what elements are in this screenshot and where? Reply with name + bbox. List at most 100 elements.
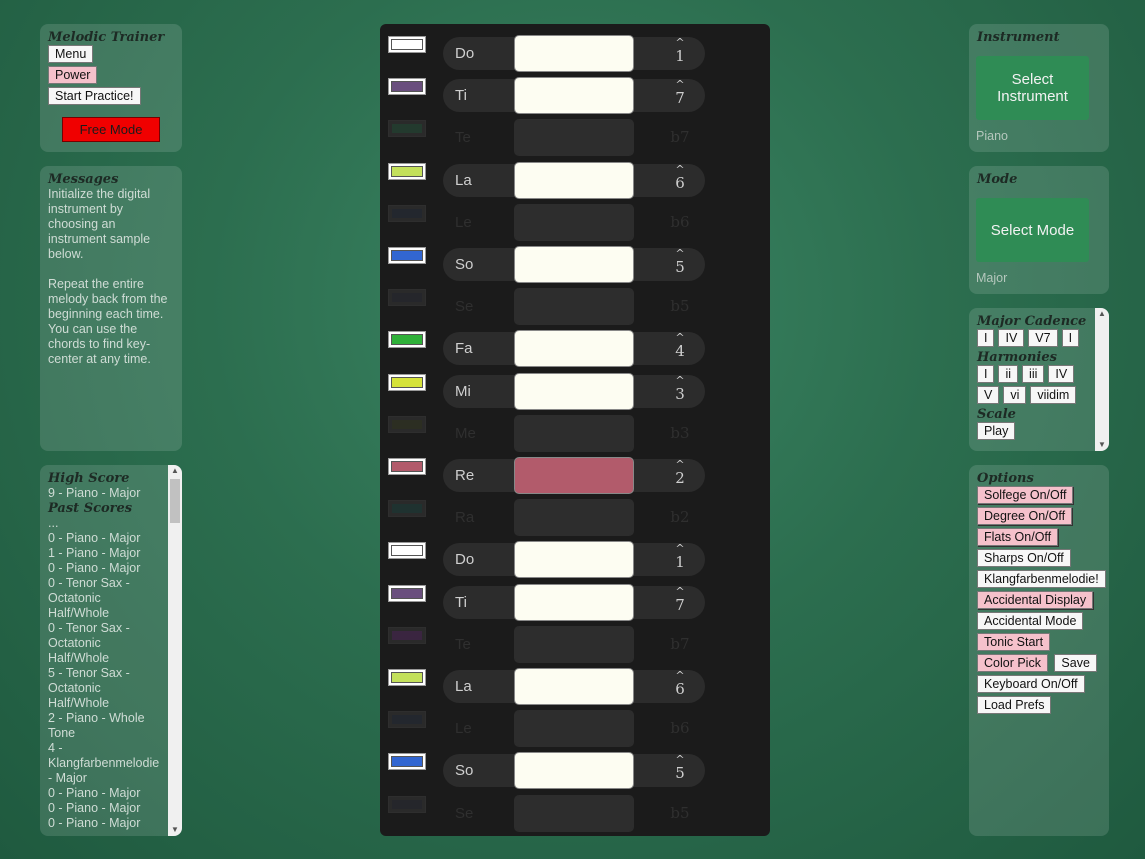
select-mode-button[interactable]: Select Mode [976,198,1089,262]
note-row: La ^ 6 [380,661,770,705]
color-pick-button[interactable]: Color Pick [977,654,1048,672]
flats-toggle-button[interactable]: Flats On/Off [977,528,1059,546]
harmony-chord-button[interactable]: I [977,365,995,383]
note-color-swatch[interactable] [388,204,426,222]
mode-value: Major [976,271,1008,285]
note-row: Te b7 [380,619,770,663]
tonic-start-button[interactable]: Tonic Start [977,633,1051,651]
past-scores-list: ... 0 - Piano - Major 1 - Piano - Major 0 -… [48,516,164,831]
note-key[interactable] [514,288,634,326]
save-button[interactable]: Save [1054,654,1097,672]
load-prefs-button[interactable]: Load Prefs [977,696,1052,714]
note-row: Mi ^ 3 [380,366,770,410]
harmony-chord-button[interactable]: viidim [1030,386,1077,404]
select-instrument-button[interactable]: Select Instrument [976,56,1089,120]
message-line-2: Repeat the entire melody back from the b… [48,277,168,366]
note-key[interactable] [514,414,634,452]
note-color-swatch[interactable] [388,669,426,686]
note-key[interactable] [514,330,634,368]
note-color-swatch[interactable] [388,458,426,475]
note-key[interactable] [514,710,634,748]
klangfarbenmelodie-button[interactable]: Klangfarbenmelodie! [977,570,1106,588]
solfege-label: Te [455,635,471,653]
harmony-chord-button[interactable]: iii [1022,365,1045,383]
note-key[interactable] [514,668,634,705]
cadence-buttons: I IV V7 I [977,329,1091,350]
note-color-swatch[interactable] [388,626,426,644]
scroll-up-icon[interactable]: ▲ [1095,308,1109,320]
accidental-mode-button[interactable]: Accidental Mode [977,612,1084,630]
harmony-chord-button[interactable]: V [977,386,1000,404]
note-row: Se b5 [380,788,770,832]
sharps-toggle-button[interactable]: Sharps On/Off [977,549,1071,567]
degree-number: 7 [675,89,685,108]
scroll-down-icon[interactable]: ▼ [168,824,182,836]
scroll-thumb[interactable] [170,479,180,523]
power-button[interactable]: Power [48,66,98,84]
note-key[interactable] [514,77,634,115]
note-color-swatch[interactable] [388,36,426,53]
cadence-chord-button[interactable]: IV [998,329,1025,347]
scroll-down-icon[interactable]: ▼ [1095,439,1109,451]
note-color-swatch[interactable] [388,500,426,518]
chords-scrollbar[interactable]: ▲ ▼ [1095,308,1109,451]
degree-label: ^ 1 [670,37,690,65]
note-color-swatch[interactable] [388,289,426,307]
note-color-swatch[interactable] [388,373,426,391]
menu-button[interactable]: Menu [48,45,94,63]
note-key[interactable] [514,499,634,537]
degree-label: ^ 3 [670,375,690,403]
note-color-swatch[interactable] [388,331,426,349]
note-color-swatch[interactable] [388,542,426,560]
free-mode-button[interactable]: Free Mode [62,117,160,142]
note-key[interactable] [514,246,634,283]
note-color-swatch[interactable] [388,415,426,433]
note-color-swatch[interactable] [388,753,426,771]
solfege-label: So [455,256,474,273]
cadence-chord-button[interactable]: V7 [1028,329,1058,347]
note-key[interactable] [514,794,634,832]
keyboard-toggle-button[interactable]: Keyboard On/Off [977,675,1085,693]
past-score-item: 0 - Piano - Major [48,561,141,575]
start-practice-button[interactable]: Start Practice! [48,87,141,105]
harmony-chord-button[interactable]: IV [1048,365,1075,383]
note-key[interactable] [514,119,634,157]
note-key[interactable] [514,583,634,621]
trainer-title: Melodic Trainer [48,30,165,45]
note-key[interactable] [514,752,634,790]
mode-title: Mode [977,172,1018,187]
note-color-swatch[interactable] [388,795,426,813]
degree-label: b3 [670,424,690,442]
degree-label: b6 [670,213,690,231]
degree-label: ^ 4 [670,332,690,360]
note-key[interactable] [514,372,634,410]
degree-toggle-button[interactable]: Degree On/Off [977,507,1073,525]
note-key[interactable] [514,35,634,72]
scroll-up-icon[interactable]: ▲ [168,465,182,477]
degree-number: 5 [675,764,685,783]
solfege-label: Do [455,551,475,569]
harmonies-title: Harmonies [977,350,1057,365]
cadence-chord-button[interactable]: I [977,329,995,347]
degree-label: ^ 7 [670,79,690,108]
solfege-toggle-button[interactable]: Solfege On/Off [977,486,1074,504]
note-key[interactable] [514,161,634,199]
cadence-chord-button[interactable]: I [1061,329,1080,347]
note-key[interactable] [514,625,634,663]
note-color-swatch[interactable] [388,711,426,729]
accidental-display-button[interactable]: Accidental Display [977,591,1094,609]
note-color-swatch[interactable] [388,78,426,96]
note-key[interactable] [514,457,634,494]
solfege-label: Ti [455,593,467,611]
note-color-swatch[interactable] [388,162,426,180]
scale-play-button[interactable]: Play [977,422,1016,440]
harmony-chord-button[interactable]: ii [998,365,1019,383]
note-key[interactable] [514,541,634,579]
harmony-chord-button[interactable]: vi [1003,386,1027,404]
note-color-swatch[interactable] [388,247,426,264]
scores-scrollbar[interactable]: ▲ ▼ [168,465,182,836]
solfege-label: Te [455,129,471,147]
note-color-swatch[interactable] [388,120,426,138]
note-key[interactable] [514,203,634,241]
note-color-swatch[interactable] [388,584,426,602]
